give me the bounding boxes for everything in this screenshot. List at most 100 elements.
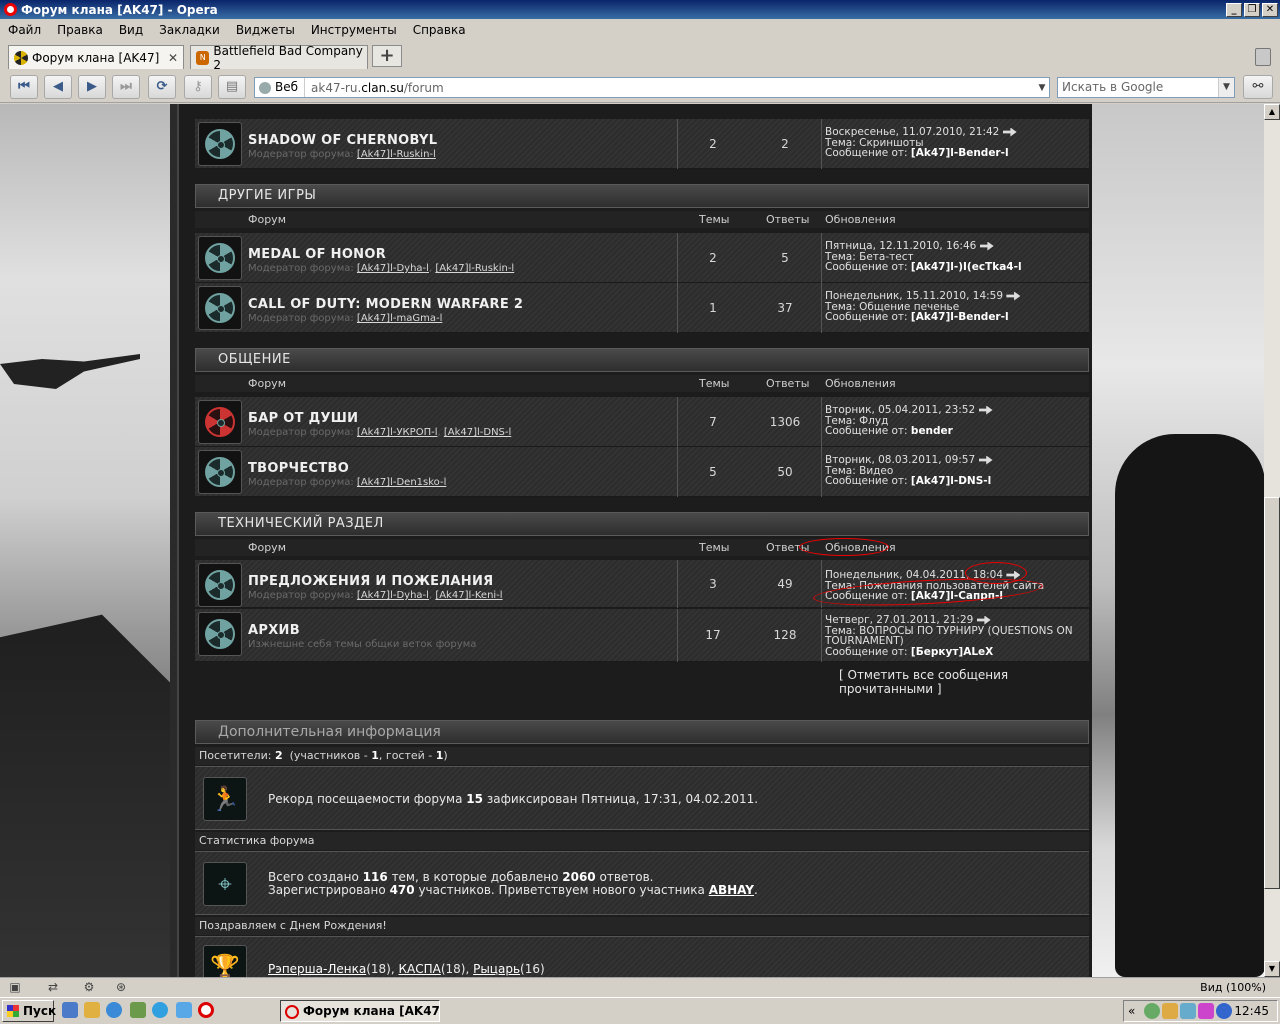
last-author-link[interactable]: [Беркут]ALeX — [911, 646, 993, 658]
quicklaunch-ie-icon[interactable] — [62, 1002, 78, 1018]
newest-member-link[interactable]: ABHAY — [709, 883, 754, 897]
taskbar-opera-window[interactable]: Форум клана [AK47] ... — [280, 1000, 440, 1022]
quicklaunch-chat-icon[interactable] — [176, 1002, 192, 1018]
moderator-link[interactable]: [Ak47]l-Den1sko-l — [357, 477, 446, 488]
visitors-line: Посетители: 2 (участников - 1, гостей - … — [195, 747, 1089, 765]
menu-view[interactable]: Вид — [111, 23, 151, 37]
forum-row[interactable]: CALL OF DUTY: MODERN WARFARE 2 Модератор… — [195, 283, 1089, 333]
sync-icon[interactable]: ⇄ — [44, 980, 62, 995]
tray-icon[interactable] — [1162, 1003, 1178, 1019]
new-tab-button[interactable]: + — [372, 45, 402, 67]
birthday-user-link[interactable]: Рэперша-Ленка — [268, 962, 366, 976]
close-tab-icon[interactable]: ✕ — [168, 51, 178, 65]
back-button[interactable]: ◀ — [44, 75, 72, 99]
last-author-link[interactable]: [Ak47]l-Bender-l — [911, 311, 1009, 323]
binoculars-icon[interactable]: ⚯ — [1243, 75, 1273, 99]
goto-last-post-icon[interactable] — [976, 615, 991, 625]
quicklaunch-opera-icon[interactable] — [198, 1002, 214, 1018]
last-author-link[interactable]: [Ak47]l-Bender-l — [911, 147, 1009, 159]
forum-name[interactable]: CALL OF DUTY: MODERN WARFARE 2 — [248, 297, 523, 312]
goto-last-post-icon[interactable] — [979, 241, 994, 251]
minimize-button[interactable]: _ — [1226, 2, 1242, 17]
search-engine-dropdown-icon[interactable]: ▼ — [1218, 78, 1234, 97]
goto-last-post-icon[interactable] — [978, 405, 993, 415]
forum-name[interactable]: ТВОРЧЕСТВО — [248, 461, 349, 476]
moderator-link[interactable]: [Ak47]l-DNS-l — [444, 427, 511, 438]
vertical-scrollbar[interactable]: ▲ ▼ — [1264, 104, 1280, 977]
scroll-down-icon[interactable]: ▼ — [1264, 961, 1280, 977]
moderator-link[interactable]: [Ak47]l-УКРОП-l — [357, 427, 438, 438]
goto-last-post-icon[interactable] — [1006, 291, 1021, 301]
menu-widgets[interactable]: Виджеты — [228, 23, 303, 37]
tab-forum[interactable]: Форум клана [AK47] ✕ — [8, 45, 184, 69]
menu-edit[interactable]: Правка — [49, 23, 111, 37]
forum-row[interactable]: ПРЕДЛОЖЕНИЯ И ПОЖЕЛАНИЯ Модератор форума… — [195, 560, 1089, 611]
address-url[interactable]: ak47-ru.clan.su/forum — [305, 81, 1035, 95]
last-topic-link[interactable]: ВОПРОСЫ ПО ТУРНИРУ (QUESTIONS ON TOURNAM… — [825, 625, 1073, 648]
moderator-link[interactable]: [Ak47]l-Ruskin-l — [435, 263, 514, 274]
menu-help[interactable]: Справка — [405, 23, 474, 37]
forum-name[interactable]: MEDAL OF HONOR — [248, 247, 386, 262]
tray-expand-icon[interactable]: « — [1128, 1004, 1135, 1018]
moderator-link[interactable]: [Ak47]l-Keni-l — [435, 590, 502, 601]
tab-label: Battlefield Bad Company 2 — [213, 43, 363, 72]
birthday-user-link[interactable]: Рыцарь — [473, 962, 520, 976]
panel-toggle-icon[interactable]: ▣ — [6, 980, 24, 995]
forum-name[interactable]: АРХИВ — [248, 623, 300, 638]
forum-moderators: Модератор форума: [Ak47]l-УКРОП-l, [Ak47… — [248, 427, 512, 438]
goto-last-post-icon[interactable] — [978, 455, 993, 465]
moderator-link[interactable]: [Ak47]l-Dyha-l — [357, 590, 429, 601]
tray-icon[interactable] — [1198, 1003, 1214, 1019]
network-icon[interactable]: ⚙ — [80, 980, 98, 995]
wand-key-button[interactable]: ⚷ — [184, 75, 212, 99]
search-input[interactable]: Искать в Google ▼ — [1057, 77, 1235, 98]
menu-bookmarks[interactable]: Закладки — [151, 23, 228, 37]
moderator-link[interactable]: [Ak47]l-Dyha-l — [357, 263, 429, 274]
forum-row[interactable]: АРХИВ Изжнешне себя темы общки веток фор… — [195, 609, 1089, 662]
unite-icon[interactable]: ⊛ — [112, 980, 130, 995]
restore-button[interactable]: ❐ — [1244, 2, 1260, 17]
start-button[interactable]: Пуск — [2, 1000, 56, 1022]
zoom-level[interactable]: Вид (100%) — [1200, 981, 1266, 994]
last-author-link[interactable]: [Ak47]l-DNS-l — [911, 475, 991, 487]
quicklaunch-folder-icon[interactable] — [84, 1002, 100, 1018]
quicklaunch-media-icon[interactable] — [106, 1002, 122, 1018]
tray-icon[interactable] — [1216, 1003, 1232, 1019]
tab-battlefield[interactable]: N Battlefield Bad Company 2 — [190, 43, 368, 72]
forum-name[interactable]: SHADOW OF CHERNOBYL — [248, 133, 437, 148]
forum-row[interactable]: БАР ОТ ДУШИ Модератор форума: [Ak47]l-УК… — [195, 397, 1089, 447]
web-badge[interactable]: Веб — [255, 78, 306, 97]
last-author-link[interactable]: [Ak47]l-)I(ecTka4-l — [911, 261, 1022, 273]
forum-row[interactable]: SHADOW OF CHERNOBYL Модератор форума: [A… — [195, 119, 1089, 169]
forum-row[interactable]: MEDAL OF HONOR Модератор форума: [Ak47]l… — [195, 233, 1089, 283]
close-window-button[interactable]: ✕ — [1262, 2, 1278, 17]
tray-icon[interactable] — [1144, 1003, 1160, 1019]
quicklaunch-skype-icon[interactable] — [152, 1002, 168, 1018]
topics-count: 2 — [709, 137, 717, 151]
last-update: Пятница, 12.11.2010, 16:46 Тема: Бета-те… — [825, 240, 1022, 273]
reload-button[interactable]: ⟳ — [148, 75, 176, 99]
scroll-up-icon[interactable]: ▲ — [1264, 104, 1280, 120]
moderator-link[interactable]: [Ak47]l-Ruskin-l — [357, 149, 436, 160]
moderator-link[interactable]: [Ak47]l-maGma-l — [357, 313, 442, 324]
rewind-button[interactable]: ⏮ — [10, 75, 38, 99]
mark-all-read-link[interactable]: [ Отметить все сообщения прочитанными ] — [839, 668, 1092, 696]
fast-forward-button[interactable]: ⏭ — [112, 75, 140, 99]
address-bar[interactable]: Веб ak47-ru.clan.su/forum ▼ — [254, 77, 1050, 98]
menu-tools[interactable]: Инструменты — [303, 23, 405, 37]
last-author-link[interactable]: bender — [911, 425, 953, 437]
forward-button[interactable]: ▶ — [78, 75, 106, 99]
scroll-thumb[interactable] — [1264, 497, 1280, 889]
birthday-user-link[interactable]: КАСПА — [398, 962, 440, 976]
tray-icon[interactable] — [1180, 1003, 1196, 1019]
clock: 12:45 — [1234, 1004, 1269, 1018]
page-info-button[interactable]: ▤ — [218, 75, 246, 99]
goto-last-post-icon[interactable] — [1002, 127, 1017, 137]
forum-row[interactable]: ТВОРЧЕСТВО Модератор форума: [Ak47]l-Den… — [195, 447, 1089, 497]
forum-name[interactable]: ПРЕДЛОЖЕНИЯ И ПОЖЕЛАНИЯ — [248, 574, 493, 589]
quicklaunch-app-icon[interactable] — [130, 1002, 146, 1018]
trash-icon[interactable] — [1255, 48, 1271, 66]
address-dropdown-icon[interactable]: ▼ — [1035, 83, 1049, 93]
menu-file[interactable]: Файл — [0, 23, 49, 37]
forum-name[interactable]: БАР ОТ ДУШИ — [248, 411, 358, 426]
